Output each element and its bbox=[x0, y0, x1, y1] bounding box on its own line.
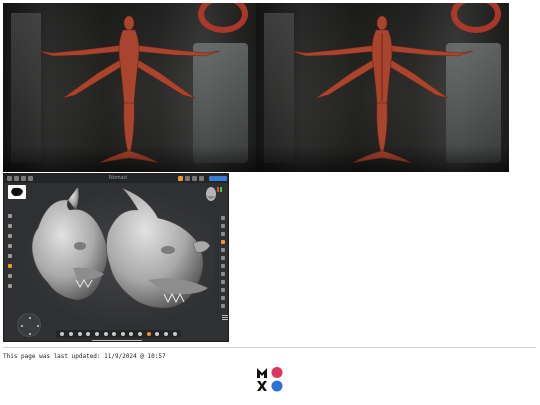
render-front-view bbox=[3, 3, 256, 172]
redo-icon[interactable] bbox=[185, 176, 190, 181]
tool-icon[interactable] bbox=[220, 216, 225, 220]
tool-icon[interactable] bbox=[220, 296, 225, 300]
menu-lines-icon[interactable] bbox=[222, 315, 228, 320]
move-icon[interactable] bbox=[129, 332, 134, 336]
menu-icon[interactable] bbox=[7, 176, 12, 181]
subdivide-icon[interactable] bbox=[172, 332, 177, 336]
render-back-view bbox=[256, 3, 509, 172]
pinch-icon[interactable] bbox=[112, 332, 117, 336]
paint-icon[interactable] bbox=[155, 332, 160, 336]
scene-icon[interactable] bbox=[21, 176, 26, 181]
stroke-icon[interactable] bbox=[8, 234, 12, 238]
radius-icon[interactable] bbox=[8, 214, 12, 218]
site-logo[interactable] bbox=[256, 366, 284, 393]
material-icon[interactable] bbox=[8, 274, 12, 278]
undo-icon[interactable] bbox=[178, 176, 183, 181]
x-axis-indicator bbox=[217, 187, 219, 192]
tool-icon[interactable] bbox=[220, 280, 225, 284]
color-icon[interactable] bbox=[8, 264, 12, 268]
clay-icon[interactable] bbox=[60, 332, 65, 336]
floor-shadow bbox=[256, 146, 509, 172]
smooth-icon[interactable] bbox=[86, 332, 91, 336]
last-updated-text: This page was last updated: 11/9/2024 @ … bbox=[3, 353, 166, 360]
crease-icon[interactable] bbox=[94, 332, 99, 336]
mask-icon[interactable] bbox=[120, 332, 125, 336]
camera-icon[interactable] bbox=[199, 176, 204, 181]
view-cube-head-icon[interactable] bbox=[204, 186, 218, 206]
app-title: Nomad bbox=[109, 175, 127, 181]
home-indicator bbox=[92, 340, 142, 341]
bottom-tool-bar bbox=[56, 330, 181, 338]
inflate-icon[interactable] bbox=[77, 332, 82, 336]
tool-icon[interactable] bbox=[220, 288, 225, 292]
trim-icon[interactable] bbox=[146, 332, 151, 336]
tool-icon[interactable] bbox=[220, 264, 225, 268]
tool-icon[interactable] bbox=[220, 304, 225, 308]
file-icon[interactable] bbox=[14, 176, 19, 181]
symmetry-icon[interactable] bbox=[164, 332, 168, 336]
right-toolbar bbox=[219, 216, 226, 311]
layers-icon[interactable] bbox=[192, 176, 197, 181]
tool-icon[interactable] bbox=[220, 248, 225, 252]
tool-icon[interactable] bbox=[220, 224, 225, 228]
y-axis-indicator bbox=[220, 187, 222, 192]
3d-viewport[interactable] bbox=[18, 186, 214, 328]
floor-shadow bbox=[3, 146, 256, 172]
reference-thumbnail[interactable] bbox=[8, 185, 26, 199]
sub-icon[interactable] bbox=[8, 284, 12, 288]
settings-icon[interactable] bbox=[28, 176, 33, 181]
brush-icon[interactable] bbox=[68, 332, 73, 336]
tool-icon[interactable] bbox=[220, 232, 225, 236]
sculpt-heads bbox=[31, 186, 211, 309]
reference-silhouette-icon bbox=[11, 187, 23, 197]
account-button[interactable] bbox=[209, 176, 227, 181]
tool-icon[interactable] bbox=[220, 256, 225, 260]
sculpt-app-window: Nomad bbox=[3, 173, 229, 342]
app-top-toolbar: Nomad bbox=[4, 174, 228, 183]
alpha-icon[interactable] bbox=[8, 254, 12, 258]
footer-divider bbox=[3, 347, 536, 348]
navigation-joystick[interactable] bbox=[17, 313, 41, 337]
intensity-icon[interactable] bbox=[8, 224, 12, 228]
flatten-icon[interactable] bbox=[103, 332, 108, 336]
tool-icon-active[interactable] bbox=[220, 240, 225, 244]
falloff-icon[interactable] bbox=[8, 244, 12, 248]
tool-icon[interactable] bbox=[220, 272, 225, 276]
left-toolbar bbox=[6, 214, 14, 314]
drag-icon[interactable] bbox=[138, 332, 143, 336]
